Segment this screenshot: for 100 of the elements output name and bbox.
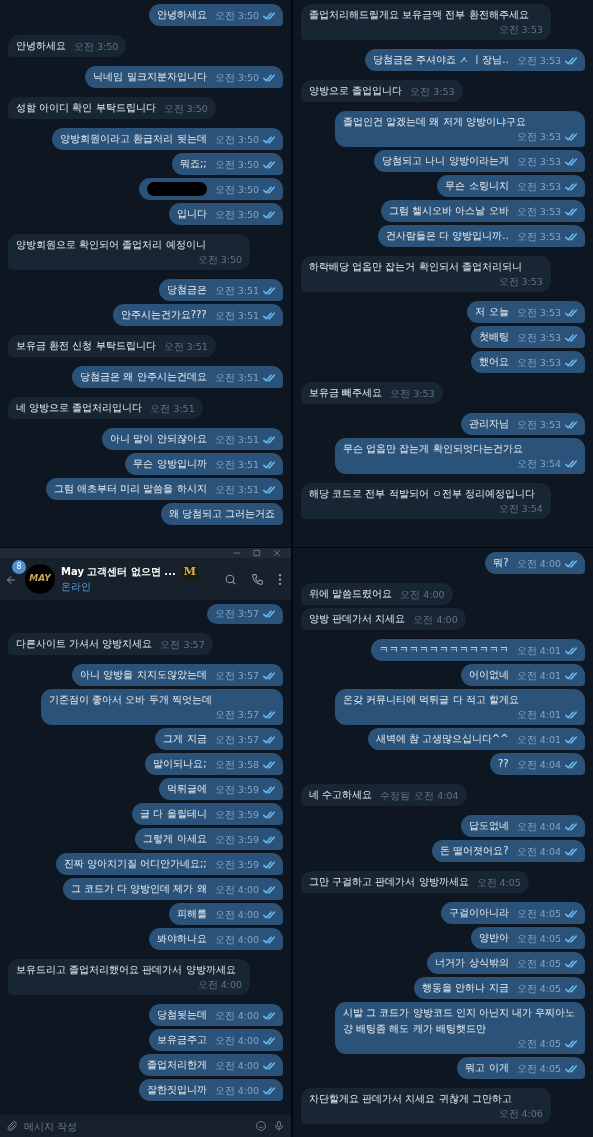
message-text: 어이없네 (468, 668, 509, 682)
message-text: ㅋㅋㅋㅋㅋㅋㅋㅋㅋㅋㅋㅋㅋ (378, 643, 509, 657)
message-time: 오전 3:53 (516, 418, 561, 432)
online-status: 온라인 (61, 580, 92, 594)
message-text: 했어요 (478, 355, 509, 369)
message-time: 오전 3:50 (197, 253, 242, 267)
message-text: 너거가 상식밖의 (435, 956, 509, 970)
message-time: 오전 3:53 (516, 180, 561, 194)
message-text: 보유금 빼주세요 (309, 386, 383, 400)
message-time: 오전 3:53 (516, 54, 561, 68)
message-time: 오전 4:00 (413, 613, 458, 627)
message-text: 기준점이 좋아서 오바 두개 찍엇는데 (49, 693, 212, 707)
message-text: 무슨 소링니치 (445, 179, 509, 193)
message-time: 오전 3:50 (214, 183, 259, 197)
message-text: 양방 판데가서 치세요 (309, 612, 406, 626)
message-field[interactable]: 메시지 작성 (0, 1115, 291, 1137)
message-text: 진짜 양아치기질 어디안가네요;; (63, 857, 207, 871)
message-text: 당첨금은 왜 안주시는건데요 (80, 370, 207, 384)
message-text: 해당 코드로 전부 적발되어 ㅇ전부 정리예정입니다 (309, 487, 535, 501)
message-time: 오전 3:57 (214, 733, 259, 747)
message-text: 안주시는건가요??? (120, 308, 207, 322)
message-text: 무슨 업옵만 잡는게 확인되엇다는건가요 (343, 442, 523, 456)
message-time: 오전 4:00 (214, 908, 259, 922)
message-time: 오전 3:53 (390, 387, 435, 401)
message-time: 오전 3:53 (516, 306, 561, 320)
message-time: 오전 3:51 (163, 340, 208, 354)
message-text: 답도없네 (468, 819, 509, 833)
close-icon[interactable] (273, 549, 281, 557)
message-time: 오전 3:53 (410, 85, 455, 99)
message-time: 오전 4:01 (516, 644, 561, 658)
message-text: 그만 구걸하고 판데가서 양방까세요 (309, 875, 469, 889)
avatar: MAY (25, 564, 55, 594)
message-time: 오전 3:53 (516, 331, 561, 345)
message-text: 양방회원이라고 환급처리 됫는데 (60, 132, 207, 146)
message-text: 그게 지금 (163, 732, 207, 746)
message-time: 오전 4:01 (516, 708, 561, 722)
message-time: 오전 4:00 (516, 557, 561, 571)
message-text: 그 코드가 다 양방인데 제가 왜 (70, 882, 207, 896)
message-time: 오전 4:04 (414, 789, 459, 803)
message-text: 성함 아이디 확인 부탁드립니다 (16, 101, 156, 115)
message-text: 양방으로 졸업입니다 (309, 84, 403, 98)
microphone-icon[interactable] (273, 1120, 285, 1132)
unread-count-badge: 8 (12, 560, 26, 574)
message-time: 오전 3:50 (74, 40, 119, 54)
message-time: 오전 4:04 (516, 758, 561, 772)
message-time: 오전 4:00 (214, 1009, 259, 1023)
phone-icon[interactable] (251, 572, 264, 586)
message-time: 오전 4:00 (197, 978, 242, 992)
message-time: 오전 4:05 (516, 1037, 561, 1051)
message-input[interactable]: 메시지 작성 (24, 1118, 249, 1134)
message-text: 아니 말이 안되잖아요 (110, 432, 207, 446)
message-time: 오전 4:05 (516, 932, 561, 946)
message-time: 오전 4:05 (516, 982, 561, 996)
message-text: 차단할게요 판데가서 치세요 귀찮게 그만하고 (309, 1092, 512, 1106)
message-time: 오전 3:51 (214, 309, 259, 323)
back-arrow-icon[interactable] (5, 574, 17, 586)
message-time: 오전 3:50 (214, 9, 259, 23)
message-time: 오전 3:50 (214, 208, 259, 222)
message-time: 오전 3:53 (516, 205, 561, 219)
message-time: 오전 3:53 (516, 230, 561, 244)
message-time: 오전 4:06 (498, 1107, 543, 1121)
message-time: 오전 3:53 (516, 130, 561, 144)
message-text: 안녕하세요 (16, 39, 66, 53)
search-icon[interactable] (224, 572, 237, 586)
message-time: 오전 4:00 (400, 588, 445, 602)
message-time: 오전 3:54 (516, 457, 561, 471)
message-text: 새벽에 참 고생많으십니다^^ (375, 732, 509, 746)
message-time: 오전 4:00 (214, 1059, 259, 1073)
message-time: 오전 3:53 (498, 275, 543, 289)
message-time: 오전 3:53 (516, 155, 561, 169)
message-text: 닉네임 밀크지분자입니다 (93, 70, 207, 84)
message-time: 오전 3:51 (214, 458, 259, 472)
message-text: 먹튀글에 (166, 782, 207, 796)
message-text: 졸업처리한게 (146, 1058, 207, 1072)
message-text: 위에 말씀드렸어요 (309, 587, 393, 601)
message-text: 그렇게 아세요 (143, 832, 207, 846)
message-text: 관리자님 (468, 417, 509, 431)
message-text: 그럼 첼시오바 아스날 오바 (389, 204, 509, 218)
message-text: 보유드리고 졸업처리했어요 판데가서 양방까세요 (16, 963, 236, 977)
message-text: 왜 당첨되고 그러는거죠 (168, 507, 275, 521)
message-text: 시발 그 코드가 양방코드 인지 아닌지 내가 우찌아노 걍 배팅좀 해도 캐가 배팅햇드만 (343, 1006, 577, 1036)
message-text: 아니 양방을 치지도않았는데 (80, 668, 207, 682)
message-time: 오전 4:00 (214, 933, 259, 947)
message-text: 그럼 애초부터 미리 말씀을 하시지 (53, 482, 207, 496)
message-time: 오전 3:57 (214, 708, 259, 722)
message-text: 봐야하나요 (156, 932, 207, 946)
message-time: 오전 4:00 (214, 1034, 259, 1048)
message-text: 졸업처리해드릴게요 보유금액 전부 환전해주세요 (309, 8, 529, 22)
message-text: 양반아 (478, 931, 509, 945)
maximize-icon[interactable] (253, 549, 261, 557)
message-text: 양방회원으로 확인되어 졸업처리 예정이니 (16, 238, 206, 252)
message-text: 보유금주고 (156, 1033, 207, 1047)
message-text: 건사람들은 다 양방입니까.. (385, 229, 509, 243)
more-icon[interactable] (278, 572, 282, 586)
emoji-icon[interactable] (255, 1120, 267, 1132)
attach-icon[interactable] (6, 1120, 18, 1132)
message-time: 오전 3:50 (163, 102, 208, 116)
message-text: 뭐고 이게 (465, 1061, 509, 1075)
message-time: 오전 4:01 (516, 733, 561, 747)
message-time: 오전 3:50 (214, 158, 259, 172)
